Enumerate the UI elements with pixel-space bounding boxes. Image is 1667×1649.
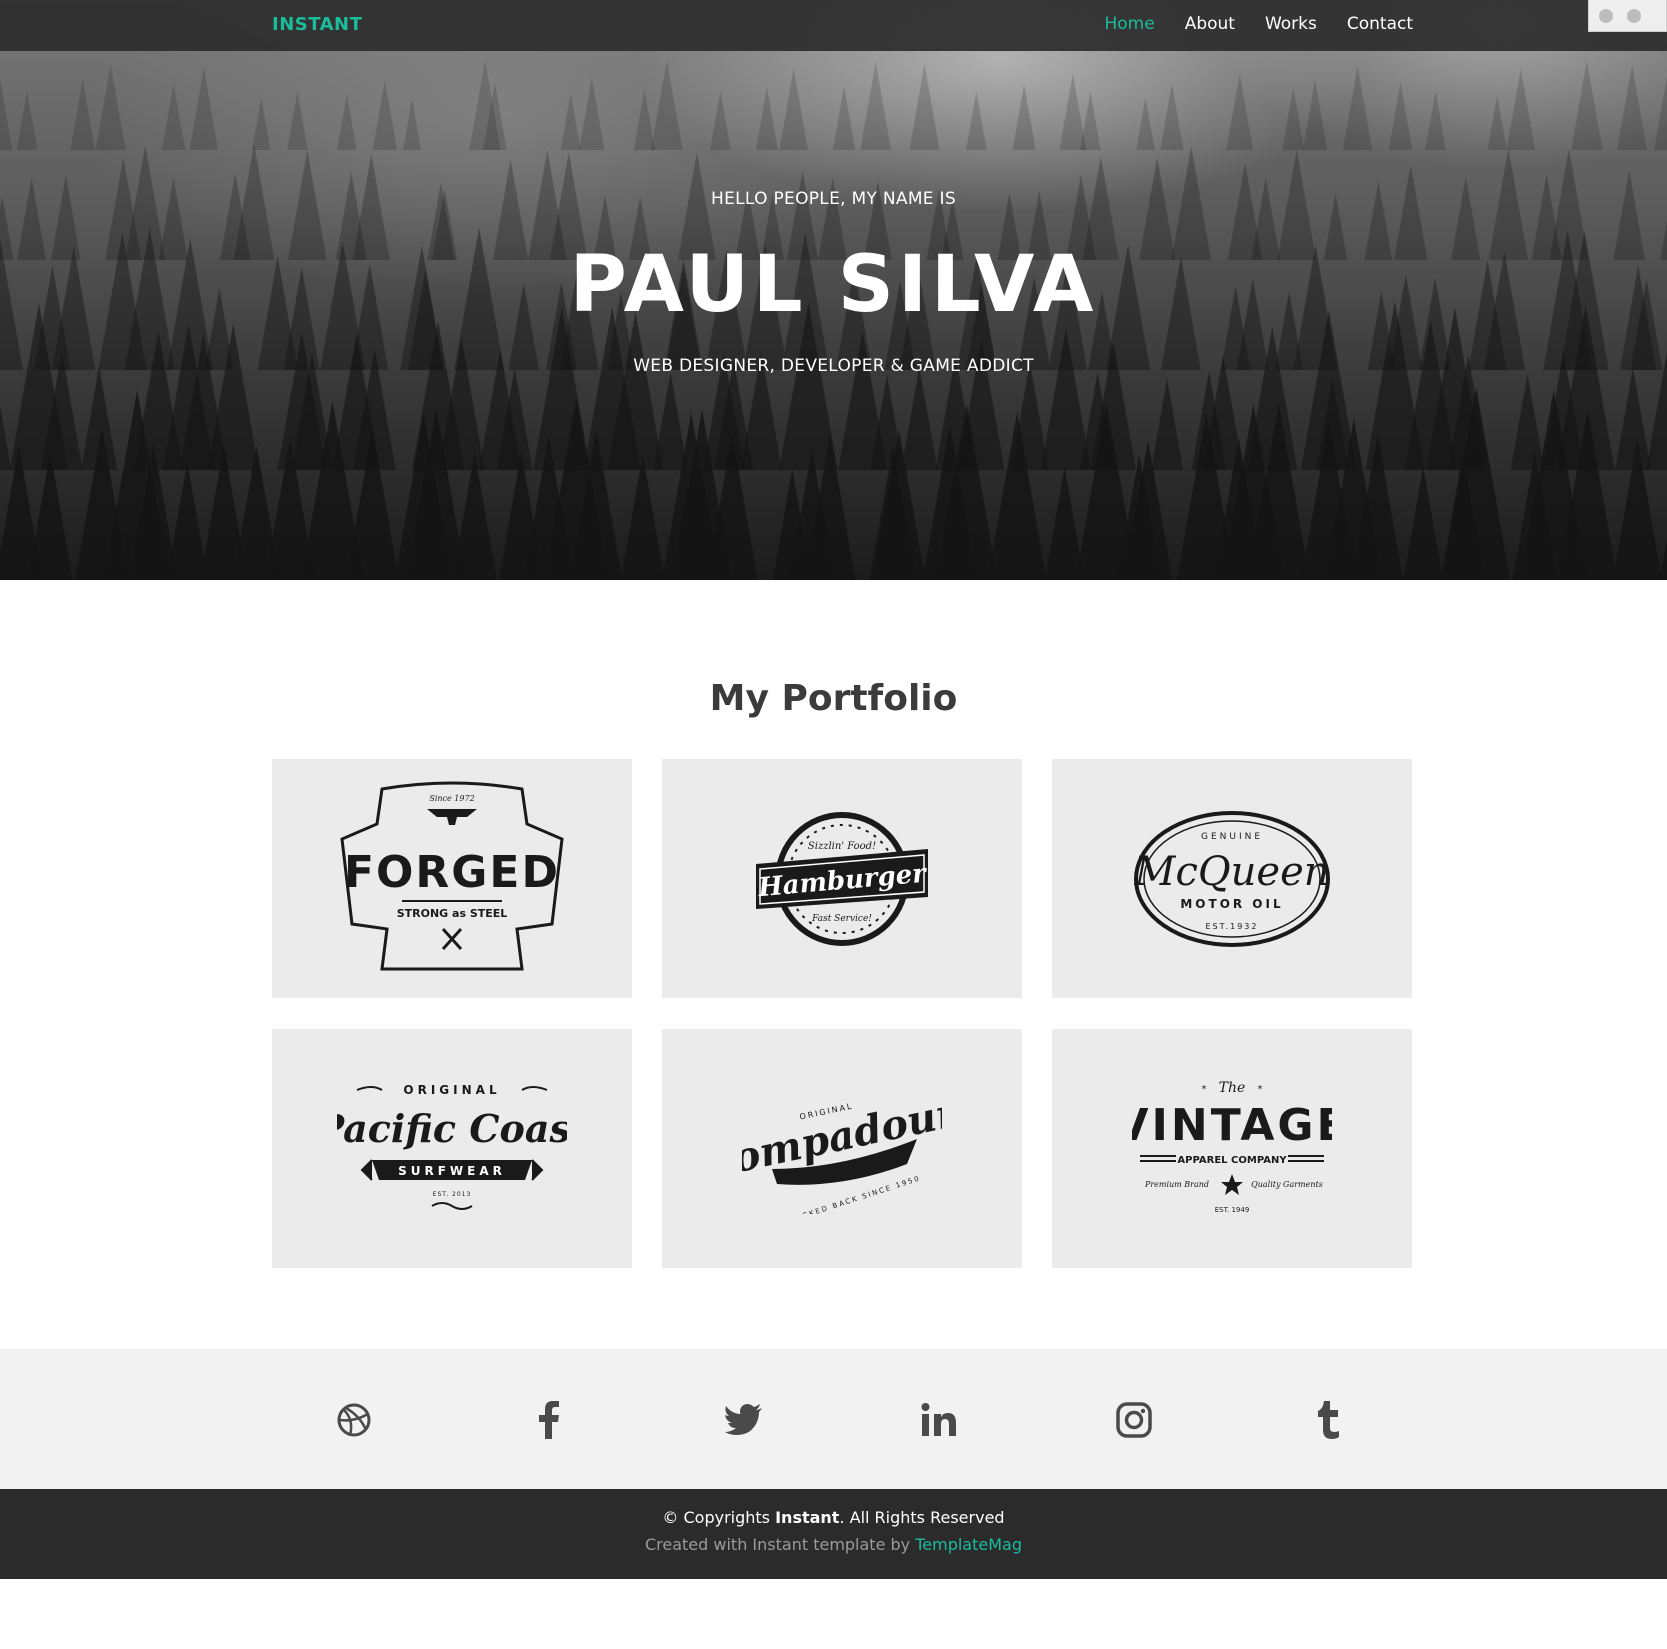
hero-intro: HELLO PEOPLE, MY NAME IS [711, 189, 956, 209]
mcqueen-logo: GENUINE McQueen MOTOR OIL EST.1932 [1133, 810, 1330, 947]
linkedin-icon[interactable] [919, 1400, 959, 1440]
mcqueen-logo-sub: MOTOR OIL [1180, 897, 1283, 911]
portfolio-item-hamburger[interactable]: Sizzlin' Food! Hamburger Fast Service! [662, 759, 1022, 998]
eye-icon[interactable] [1627, 8, 1641, 23]
portfolio-item-forged[interactable]: Since 1972 FORGED STRONG as STEEL [272, 759, 632, 998]
forged-logo-top: Since 1972 [429, 794, 474, 803]
copyright-suffix: . All Rights Reserved [839, 1508, 1005, 1527]
portfolio-grid: Since 1972 FORGED STRONG as STEEL Sizzli… [272, 759, 1412, 1268]
copyright-prefix: © Copyrights [662, 1508, 776, 1527]
nav-link-home[interactable]: Home [1104, 14, 1154, 34]
facebook-icon[interactable] [529, 1400, 569, 1440]
hamburger-logo: Sizzlin' Food! Hamburger Fast Service! [756, 811, 929, 946]
credit-prefix: Created with Instant template by [644, 1535, 916, 1554]
nav-link-works[interactable]: Works [1265, 14, 1317, 34]
page-footer: © Copyrights Instant. All Rights Reserve… [0, 1489, 1667, 1579]
templatemag-link[interactable]: TemplateMag [915, 1535, 1022, 1554]
dribbble-icon[interactable] [334, 1400, 374, 1440]
vintage-logo-right: Quality Garments [1251, 1180, 1323, 1189]
portfolio-item-mcqueen[interactable]: GENUINE McQueen MOTOR OIL EST.1932 [1052, 759, 1412, 998]
pacific-coast-logo-sub: SURFWEAR [398, 1164, 506, 1178]
vintage-logo-left: Premium Brand [1144, 1180, 1209, 1189]
top-navbar: INSTANT Home About Works Contact [0, 0, 1667, 51]
vintage-logo-main: VINTAGE [1132, 1100, 1332, 1151]
add-icon[interactable] [1599, 8, 1613, 23]
forged-logo: Since 1972 FORGED STRONG as STEEL [340, 781, 564, 970]
hamburger-logo-top: Sizzlin' Food! [808, 841, 876, 852]
vintage-logo-est: EST. 1949 [1215, 1206, 1250, 1214]
brand-logo[interactable]: INSTANT [272, 14, 362, 35]
credit-text: Created with Instant template by Templat… [0, 1535, 1667, 1554]
vintage-logo: The * * VINTAGE APPAREL COMPANY Premium … [1132, 1080, 1332, 1214]
svg-text:*: * [1258, 1084, 1263, 1095]
mcqueen-logo-top: GENUINE [1201, 832, 1263, 842]
pacific-coast-logo-main: Pacific Coast [337, 1106, 567, 1151]
hamburger-logo-sub: Fast Service! [811, 914, 872, 924]
portfolio-title: My Portfolio [709, 678, 958, 719]
mcqueen-logo-main: McQueen [1133, 849, 1329, 895]
pacific-coast-logo-top: ORIGINAL [403, 1083, 500, 1097]
nav-link-about[interactable]: About [1185, 14, 1235, 34]
hero-name: PAUL SILVA [569, 240, 1098, 330]
instagram-icon[interactable] [1114, 1400, 1154, 1440]
pompadour-logo: ORIGINAL Pompadour SLICKED BACK SINCE 19… [742, 1088, 942, 1214]
svg-text:*: * [1202, 1084, 1207, 1095]
pacific-coast-logo-est: EST. 2013 [433, 1191, 472, 1198]
vintage-logo-sub: APPAREL COMPANY [1177, 1155, 1287, 1166]
forged-logo-main: FORGED [344, 847, 560, 898]
social-links-bar [0, 1349, 1667, 1489]
nav-links: Home About Works Contact [1104, 14, 1413, 34]
twitter-icon[interactable] [724, 1400, 764, 1440]
pacific-coast-logo: ORIGINAL Pacific Coast SURFWEAR EST. 201… [337, 1083, 567, 1210]
portfolio-item-pompadour[interactable]: ORIGINAL Pompadour SLICKED BACK SINCE 19… [662, 1029, 1022, 1268]
vintage-logo-top: The [1219, 1080, 1246, 1096]
browser-extension-widget[interactable] [1588, 0, 1667, 32]
copyright-text: © Copyrights Instant. All Rights Reserve… [0, 1508, 1667, 1527]
copyright-brand: Instant [775, 1508, 840, 1527]
tumblr-icon[interactable] [1309, 1400, 1349, 1440]
hero-section: HELLO PEOPLE, MY NAME IS PAUL SILVA WEB … [0, 0, 1667, 580]
forged-logo-sub: STRONG as STEEL [397, 907, 508, 920]
nav-link-contact[interactable]: Contact [1347, 14, 1413, 34]
hero-tagline: WEB DESIGNER, DEVELOPER & GAME ADDICT [633, 356, 1034, 376]
mcqueen-logo-est: EST.1932 [1206, 922, 1259, 931]
portfolio-item-vintage[interactable]: The * * VINTAGE APPAREL COMPANY Premium … [1052, 1029, 1412, 1268]
portfolio-item-pacific-coast[interactable]: ORIGINAL Pacific Coast SURFWEAR EST. 201… [272, 1029, 632, 1268]
